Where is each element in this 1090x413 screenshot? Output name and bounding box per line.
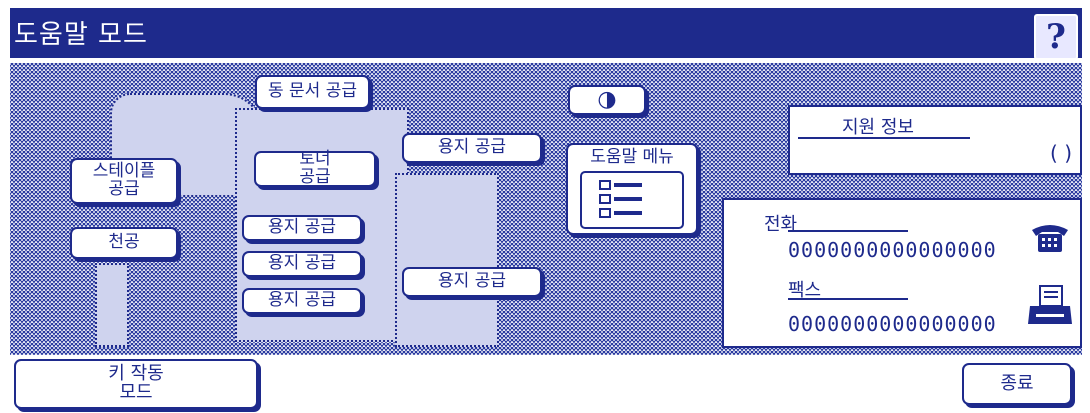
phone-underline — [788, 230, 908, 232]
paper-tray-2-button[interactable]: 용지 공급 — [242, 251, 362, 277]
phone-label: 전화 — [764, 214, 798, 235]
title-bar: 도움말 모드 ? — [10, 8, 1082, 60]
support-info-label: 지원 정보 — [842, 117, 914, 138]
key-operator-mode-label-2: 모드 — [119, 382, 153, 403]
bottom-bar: 키 작동 모드 종료 — [10, 357, 1082, 413]
punch-label: 천공 — [108, 232, 140, 253]
help-menu-button[interactable]: 도움말 메뉴 — [566, 143, 698, 235]
key-operator-mode-button[interactable]: 키 작동 모드 — [14, 359, 258, 409]
fax-number: 0000000000000000 — [788, 312, 997, 336]
support-info-box: 지원 정보 ( ) — [788, 105, 1082, 175]
lct-paper-feed-label: 용지 공급 — [438, 271, 506, 292]
auto-doc-feed-button[interactable]: 동 문서 공급 — [255, 75, 370, 109]
staple-supply-button[interactable]: 스테이플 공급 — [70, 158, 178, 204]
page-title: 도움말 모드 — [14, 20, 148, 50]
machine-diagram-panel: 동 문서 공급 용지 공급 토너 공급 스테이플 공급 천공 용지 공급 용지 … — [10, 63, 1082, 355]
punch-button[interactable]: 천공 — [70, 227, 178, 259]
support-info-underline — [798, 137, 970, 139]
phone-number: 0000000000000000 — [788, 238, 997, 262]
help-menu-label: 도움말 메뉴 — [590, 147, 674, 167]
paper-tray-1-button[interactable]: 용지 공급 — [242, 215, 362, 241]
support-info-value: ( ) — [1050, 141, 1072, 165]
contrast-button[interactable]: ◑ — [568, 85, 646, 115]
contact-info-box: 전화 0000000000000000 팩스 0000000000000000 — [722, 198, 1082, 348]
finisher-base-illustration — [95, 263, 129, 347]
paper-feed-upper-button[interactable]: 용지 공급 — [402, 133, 542, 163]
staple-supply-label-2: 공급 — [108, 179, 140, 199]
exit-button[interactable]: 종료 — [962, 363, 1072, 405]
fax-underline — [788, 298, 908, 300]
phone-icon — [1032, 225, 1068, 252]
paper-tray-3-button[interactable]: 용지 공급 — [242, 288, 362, 314]
paper-tray-3-label: 용지 공급 — [268, 290, 336, 311]
paper-tray-2-label: 용지 공급 — [268, 253, 336, 274]
contrast-icon: ◑ — [597, 87, 617, 113]
toner-supply-label-2: 공급 — [299, 167, 331, 187]
exit-label: 종료 — [1000, 372, 1034, 394]
toner-supply-button[interactable]: 토너 공급 — [254, 150, 376, 187]
menu-list-icon — [580, 170, 684, 229]
paper-tray-1-label: 용지 공급 — [268, 217, 336, 238]
lct-illustration — [395, 173, 499, 347]
help-mode-screen: 도움말 모드 ? 동 문서 공급 용지 공급 토너 공급 스테이플 공급 천공 … — [0, 0, 1090, 413]
paper-feed-upper-label: 용지 공급 — [438, 137, 506, 158]
fax-icon — [1028, 285, 1072, 324]
auto-doc-feed-label: 동 문서 공급 — [267, 81, 357, 102]
lct-paper-feed-button[interactable]: 용지 공급 — [402, 267, 542, 297]
help-icon[interactable]: ? — [1034, 14, 1078, 60]
